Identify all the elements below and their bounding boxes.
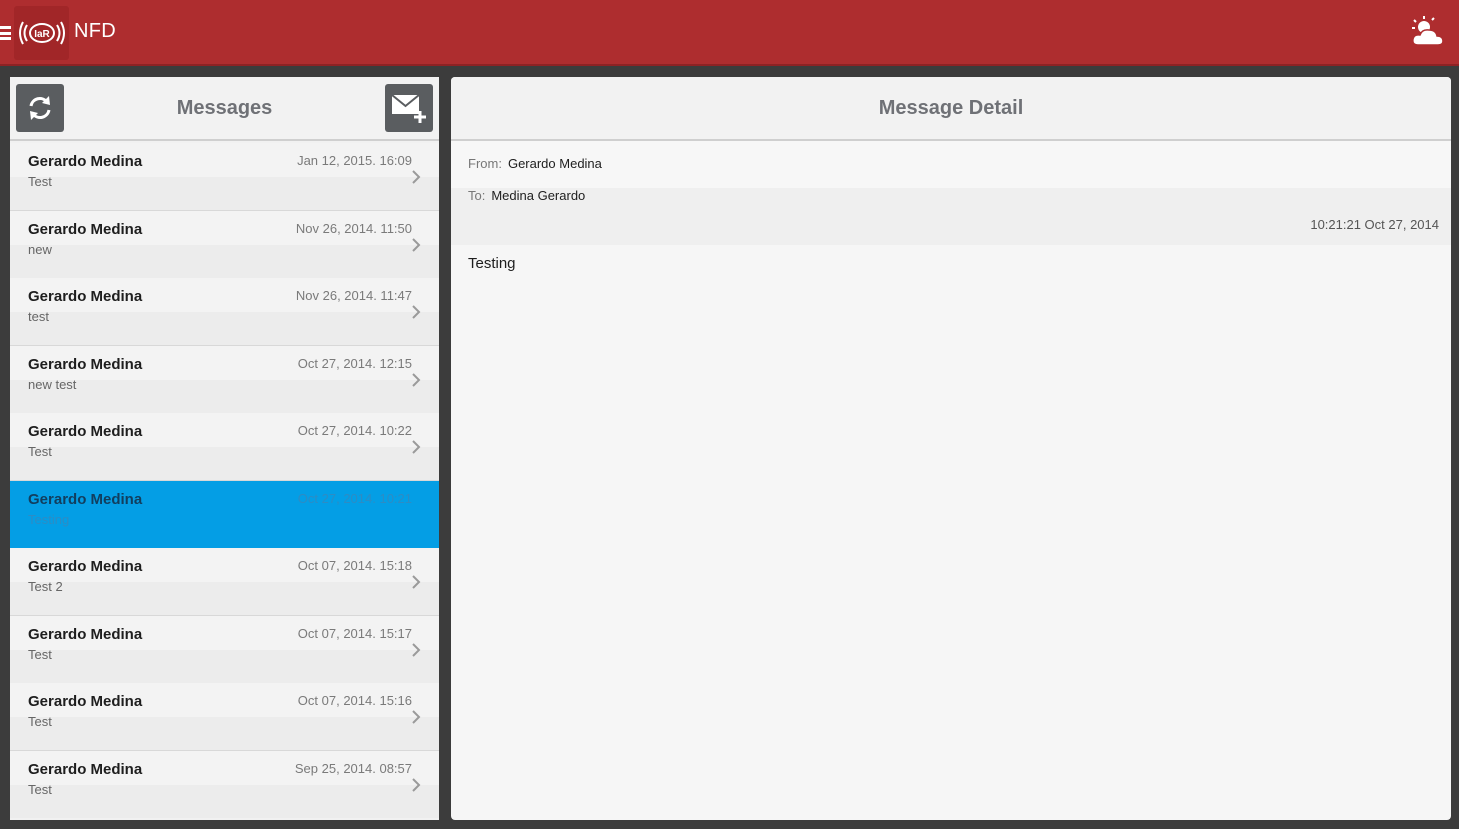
app-logo[interactable]: IaR [14,6,69,60]
message-subject: Test 2 [28,579,63,594]
message-subject: Test [28,444,52,459]
chevron-right-icon [412,710,421,724]
message-date: Oct 27, 2014. 10:21 [297,490,412,506]
message-sender: Gerardo Medina [28,153,143,170]
message-sender: Gerardo Medina [28,220,143,238]
from-label: From: [468,156,502,171]
message-list-item[interactable]: Gerardo Medina Sep 25, 2014. 08:57 Test [10,750,439,818]
message-date: Oct 07, 2014. 15:18 [297,558,412,573]
chevron-right-icon [412,440,421,454]
message-list-item[interactable]: Gerardo Medina Oct 07, 2014. 15:18 Test 2 [10,548,439,616]
messages-header: Messages [10,77,439,141]
message-date: Oct 27, 2014. 12:15 [297,355,412,371]
row-band [10,784,439,818]
weather-sun-cloud-icon[interactable] [1409,15,1445,49]
chevron-right-icon [412,305,421,319]
message-subject: Test [28,646,52,662]
message-sender: Gerardo Medina [28,355,143,373]
from-row: From: Gerardo Medina [468,156,602,171]
message-date: Oct 07, 2014. 15:17 [297,625,412,641]
message-subject: new test [28,376,77,392]
message-list-item[interactable]: Gerardo Medina Oct 27, 2014. 10:22 Test [10,413,439,481]
message-list-item[interactable]: Gerardo Medina Oct 07, 2014. 15:17 Test [10,615,439,683]
message-date: Nov 26, 2014. 11:47 [295,288,412,303]
message-date: Oct 07, 2014. 15:16 [297,693,412,708]
row-band [10,244,439,278]
message-body: Testing [468,255,516,272]
message-date: Oct 27, 2014. 10:22 [297,423,412,438]
message-date: Sep 25, 2014. 08:57 [294,760,412,776]
message-date: Nov 26, 2014. 11:50 [295,220,412,236]
top-app-bar: IaR NFD [0,0,1459,66]
message-subject: new [28,241,52,257]
chevron-right-icon [412,170,421,184]
radio-waves-logo-icon: IaR [18,21,65,45]
message-detail-header: Message Detail [451,77,1451,141]
message-sender: Gerardo Medina [28,693,143,710]
from-value: Gerardo Medina [507,156,602,171]
message-subject: Testing [28,511,70,527]
message-list-item[interactable]: Gerardo Medina Oct 27, 2014. 10:21 Testing [10,480,439,548]
row-band [10,514,439,548]
message-detail-title: Message Detail [878,97,1024,119]
message-list-item[interactable]: Gerardo Medina Nov 26, 2014. 11:50 new [10,210,439,278]
row-band [10,649,439,683]
message-sender: Gerardo Medina [28,423,143,440]
hamburger-menu-icon[interactable] [0,26,11,40]
compose-message-button[interactable] [385,84,433,132]
row-band [10,447,439,480]
message-subject: Test [28,174,52,189]
message-sender: Gerardo Medina [28,490,143,508]
message-subject: test [28,309,49,324]
chevron-right-icon [412,372,421,387]
to-value: Medina Gerardo [491,188,586,203]
row-band [10,177,439,210]
message-list-item[interactable]: Gerardo Medina Nov 26, 2014. 11:47 test [10,278,439,346]
chevron-right-icon [412,777,421,792]
chevron-right-icon [412,642,421,657]
message-subject: Test [28,714,52,729]
message-date: Jan 12, 2015. 16:09 [297,153,412,168]
to-row: To: Medina Gerardo [468,188,585,203]
app-title: NFD [74,20,117,42]
messages-panel: Messages Gerardo Medina Jan 12, 2015. 16:… [10,77,439,820]
row-band [10,312,439,345]
message-list-item[interactable]: Gerardo Medina Oct 27, 2014. 12:15 new tes… [10,345,439,413]
compose-mail-icon [391,94,426,123]
message-sender: Gerardo Medina [28,558,143,575]
message-subject: Test [28,781,52,797]
chevron-right-icon [412,237,421,252]
message-sender: Gerardo Medina [28,288,143,305]
messages-title: Messages [176,97,273,119]
meta-band [451,188,1451,245]
row-band [10,582,439,615]
chevron-right-icon [412,575,421,589]
message-detail-panel: Message Detail From: Gerardo Medina To: Me… [451,77,1451,820]
message-list: Gerardo Medina Jan 12, 2015. 16:09 Test Ger… [10,143,439,818]
message-list-item[interactable]: Gerardo Medina Jan 12, 2015. 16:09 Test [10,143,439,211]
logo-text: IaR [34,29,50,40]
row-band [10,717,439,750]
to-label: To: [468,188,486,203]
message-sender: Gerardo Medina [28,625,143,643]
message-meta: From: Gerardo Medina To: Medina Gerardo 10… [451,141,1451,245]
message-timestamp: 10:21:21 Oct 27, 2014 [1310,217,1439,232]
message-sender: Gerardo Medina [28,760,143,778]
message-list-item[interactable]: Gerardo Medina Oct 07, 2014. 15:16 Test [10,683,439,751]
